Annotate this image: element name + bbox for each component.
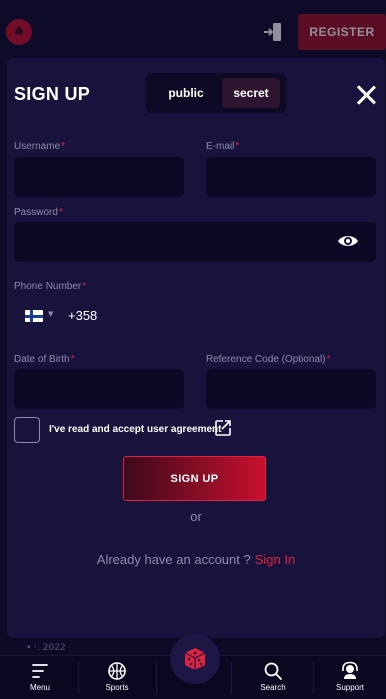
nav-label-search: Search: [260, 683, 286, 692]
search-icon: [264, 662, 282, 680]
password-input[interactable]: [14, 222, 376, 262]
basketball-icon: [108, 662, 126, 680]
nav-label-support: Support: [335, 683, 365, 692]
register-button[interactable]: REGISTER: [298, 14, 386, 50]
modal-title: SIGN UP: [14, 84, 91, 104]
toggle-option-secret[interactable]: secret: [222, 78, 280, 108]
toggle-option-public[interactable]: public: [150, 78, 222, 108]
dob-label: Date of Birth*: [14, 354, 75, 365]
dice-icon: [184, 648, 206, 670]
reference-code-input[interactable]: [206, 369, 376, 409]
dob-input[interactable]: [14, 369, 184, 409]
nav-item-support[interactable]: Support: [314, 656, 386, 699]
nav-item-sports[interactable]: Sports: [81, 656, 153, 699]
nav-separator: [156, 662, 157, 694]
or-divider-text: or: [190, 509, 202, 524]
phone-label: Phone Number*: [14, 281, 87, 292]
chevron-down-icon[interactable]: ▼: [48, 310, 53, 318]
nav-label-menu: Menu: [29, 683, 50, 692]
signup-modal: SIGN UP public secret Username* E-mail* …: [7, 58, 385, 638]
visibility-toggle: public secret: [146, 73, 286, 113]
signup-submit-button[interactable]: SIGN UP: [123, 456, 266, 501]
username-label: Username*: [14, 141, 66, 152]
reference-code-label: Reference Code (Optional)*: [206, 354, 331, 365]
username-input[interactable]: [14, 157, 184, 197]
nav-item-menu[interactable]: Menu: [4, 656, 76, 699]
finland-flag-icon[interactable]: [25, 310, 43, 322]
nav-separator: [78, 662, 79, 694]
external-link-icon[interactable]: [214, 419, 232, 437]
dial-code: +358: [68, 308, 98, 323]
email-input[interactable]: [206, 157, 376, 197]
agreement-checkbox[interactable]: [14, 417, 40, 443]
login-icon[interactable]: [262, 21, 284, 43]
nav-item-search[interactable]: Search: [237, 656, 309, 699]
close-icon[interactable]: [355, 84, 377, 106]
phone-number-input[interactable]: ▼ +358: [14, 300, 376, 332]
menu-lines-icon: [32, 664, 48, 678]
account-prompt: Already have an account ? Sign In: [7, 552, 385, 567]
spade-logo-icon[interactable]: ♠: [6, 19, 32, 45]
nav-label-sports: Sports: [105, 683, 129, 692]
sign-in-link[interactable]: Sign In: [255, 552, 295, 567]
background-peek-text: • ·. 2022: [26, 643, 66, 653]
casino-dice-button[interactable]: [170, 634, 220, 684]
app-header: ♠ REGISTER: [0, 0, 386, 62]
headset-icon: [342, 661, 358, 679]
eye-icon[interactable]: [337, 233, 359, 249]
account-prompt-text: Already have an account ?: [96, 552, 251, 567]
email-label: E-mail*: [206, 141, 240, 152]
password-label: Password*: [14, 207, 63, 218]
agreement-text: I've read and accept user agreement: [49, 424, 222, 435]
nav-separator: [231, 662, 232, 694]
